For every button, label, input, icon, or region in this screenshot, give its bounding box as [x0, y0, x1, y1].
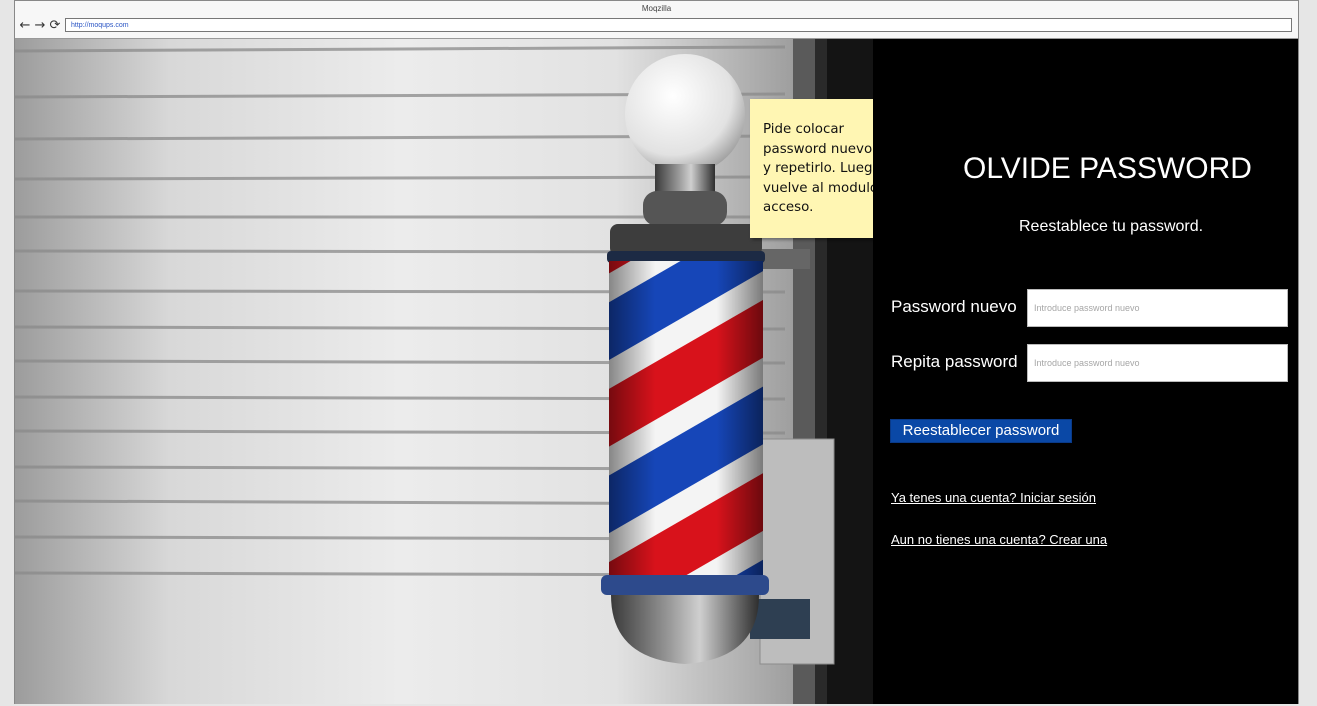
repeat-password-label: Repita password	[891, 352, 1018, 371]
reset-password-panel: OLVIDE PASSWORD Reestablece tu password.…	[873, 39, 1298, 704]
arrow-right-icon[interactable]: →	[34, 19, 46, 33]
reload-icon[interactable]: ⟳	[49, 19, 61, 33]
new-password-label: Password nuevo	[891, 297, 1017, 316]
page-content: Pide colocar password nuevo y repetirlo.…	[15, 39, 1298, 704]
note-line: y repetirlo. Luego	[763, 161, 881, 177]
new-password-input[interactable]	[1027, 289, 1288, 327]
browser-toolbar: ← → ⟳ http://moqups.com	[15, 16, 1298, 39]
note-line: vuelve al modulo	[763, 180, 879, 196]
barber-pole-photo	[15, 39, 873, 704]
note-line: acceso.	[763, 200, 814, 216]
arrow-left-icon[interactable]: ←	[19, 19, 31, 33]
window-title: Moqzilla	[15, 1, 1298, 16]
page-subtitle: Reestablece tu password.	[1019, 218, 1204, 235]
repeat-password-input[interactable]	[1027, 344, 1288, 382]
page-title: OLVIDE PASSWORD	[963, 152, 1252, 185]
reset-password-button[interactable]: Reestablecer password	[890, 419, 1072, 443]
barber-pole-image	[15, 39, 873, 704]
browser-window: Moqzilla ← → ⟳ http://moqups.com Pide co…	[14, 0, 1299, 704]
address-bar[interactable]: http://moqups.com	[65, 18, 1292, 32]
signup-link[interactable]: Aun no tienes una cuenta? Crear una	[891, 532, 1107, 547]
login-link[interactable]: Ya tenes una cuenta? Iniciar sesión	[891, 490, 1096, 505]
note-line: Pide colocar	[763, 122, 845, 137]
note-line: password nuevo	[763, 141, 873, 157]
